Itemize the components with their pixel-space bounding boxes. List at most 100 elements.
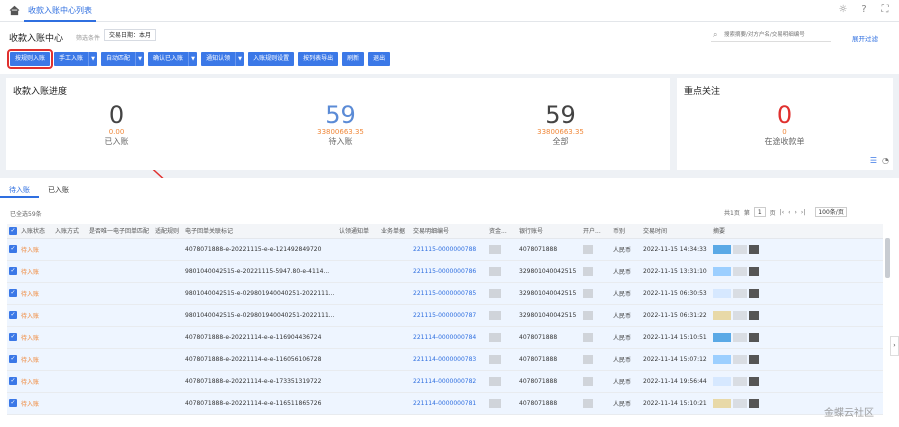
col-header[interactable]: 是否唯一电子回单匹配 — [87, 224, 153, 239]
row-account: 329801040042515 — [517, 282, 581, 305]
row-txn-number[interactable]: 221115-0000000788 — [411, 238, 487, 261]
row-txn-number[interactable]: 221114-0000000782 — [411, 370, 487, 393]
row-summary — [711, 370, 883, 393]
stat-in-transit[interactable]: 0 0 在途收款单 — [747, 102, 822, 147]
table-row[interactable]: ✓ 待入账 4078071888-e-20221114-e-e-1160561067… — [7, 348, 883, 371]
row-checkbox[interactable]: ✓ — [7, 326, 19, 349]
col-header[interactable]: 入账方式 — [53, 224, 87, 239]
page-size-select[interactable]: 100条/页 — [815, 207, 847, 217]
row-checkbox[interactable]: ✓ — [7, 348, 19, 371]
row-bank-cell — [581, 282, 611, 305]
col-header[interactable]: 交易时间 — [641, 224, 711, 239]
table-row[interactable]: ✓ 待入账 4078071888-e-20221114-e-e-1165118657… — [7, 392, 883, 415]
row-checkbox[interactable]: ✓ — [7, 370, 19, 393]
cell-empty — [337, 282, 379, 305]
row-summary — [711, 348, 883, 371]
chart-icon[interactable]: ◔ — [882, 156, 889, 165]
table-row[interactable]: ✓ 待入账 4078071888-e-20221114-e-e-1733513197… — [7, 370, 883, 393]
row-txn-number[interactable]: 221114-0000000784 — [411, 326, 487, 349]
cell-empty — [379, 348, 411, 371]
table-row[interactable]: ✓ 待入账 9801040042515-e-029801940040251-2022… — [7, 282, 883, 305]
row-time: 2022-11-15 06:31:22 — [641, 304, 711, 327]
row-txn-number[interactable]: 221114-0000000783 — [411, 348, 487, 371]
col-header[interactable]: 币别 — [611, 224, 641, 239]
stat-number: 59 — [325, 101, 356, 129]
table-header: ✓ 入账状态 入账方式 是否唯一电子回单匹配 适配规则 电子回单关联标记 认领通… — [7, 224, 883, 239]
page-input[interactable]: 1 — [753, 207, 766, 217]
table-row[interactable]: ✓ 待入账 4078071888-e-20221114-e-e-1169044367… — [7, 326, 883, 349]
row-account: 4078071888 — [517, 238, 581, 261]
tab-posted[interactable]: 已入账 — [39, 182, 78, 198]
cell-empty — [87, 326, 153, 349]
cell-empty — [53, 304, 87, 327]
row-fund-cell — [487, 260, 517, 283]
focus-title: 重点关注 — [684, 87, 721, 97]
row-txn-number[interactable]: 221115-0000000787 — [411, 304, 487, 327]
col-header[interactable]: 入账状态 — [19, 224, 53, 239]
table-row[interactable]: ✓ 待入账 9801040042515-e-20221115-5947.80-e-4… — [7, 260, 883, 283]
list-icon[interactable]: ☰ — [870, 156, 877, 165]
cell-empty — [379, 392, 411, 415]
row-fund-cell — [487, 238, 517, 261]
col-header[interactable]: 电子回单关联标记 — [183, 224, 337, 239]
row-checkbox[interactable]: ✓ — [7, 392, 19, 415]
table-row[interactable]: ✓ 待入账 9801040042515-e-029801940040251-2022… — [7, 304, 883, 327]
stat-amount: 33800663.35 — [317, 128, 364, 136]
table-row[interactable]: ✓ 待入账 4078071888-e-20221115-e-e-1214928497… — [7, 238, 883, 261]
row-time: 2022-11-14 19:56:44 — [641, 370, 711, 393]
side-collapse-tab[interactable]: › — [890, 336, 899, 356]
cell-empty — [379, 238, 411, 261]
cell-empty — [153, 392, 183, 415]
row-summary — [711, 282, 883, 305]
first-page-icon[interactable]: |‹ — [780, 209, 784, 216]
row-mark: 9801040042515-e-20221115-5947.80-e-4114.… — [183, 260, 337, 283]
scrollbar[interactable] — [885, 238, 890, 278]
cell-empty — [153, 238, 183, 261]
list-panel: 待入账 已入账 已全选59条 共1页 第 1 页 |‹ ‹ › ›| 100条/… — [0, 178, 899, 427]
prev-page-icon[interactable]: ‹ — [788, 209, 790, 216]
watermark-text: 金蝶云社区 — [824, 408, 874, 419]
stat-all[interactable]: 59 33800663.35 全部 — [518, 102, 603, 147]
row-mark: 4078071888-e-20221114-e-e-116056106728 — [183, 348, 337, 371]
col-header[interactable]: 认领通知单 — [337, 224, 379, 239]
row-account: 329801040042515 — [517, 260, 581, 283]
col-header[interactable]: 摘要 — [711, 224, 883, 239]
row-status: 待入账 — [19, 238, 53, 261]
cell-empty — [87, 238, 153, 261]
row-checkbox[interactable]: ✓ — [7, 304, 19, 327]
row-status: 待入账 — [19, 260, 53, 283]
cell-empty — [53, 348, 87, 371]
row-fund-cell — [487, 370, 517, 393]
row-checkbox[interactable]: ✓ — [7, 238, 19, 261]
stat-posted[interactable]: 0 0.00 已入账 — [84, 102, 149, 147]
col-header[interactable]: 业务单据 — [379, 224, 411, 239]
col-header[interactable]: 银行账号 — [517, 224, 581, 239]
row-account: 4078071888 — [517, 348, 581, 371]
col-header[interactable]: 交易明细编号 — [411, 224, 487, 239]
row-summary — [711, 260, 883, 283]
row-checkbox[interactable]: ✓ — [7, 282, 19, 305]
row-status: 待入账 — [19, 392, 53, 415]
row-txn-number[interactable]: 221114-0000000781 — [411, 392, 487, 415]
cell-empty — [87, 370, 153, 393]
select-all-checkbox[interactable]: ✓ — [7, 224, 19, 239]
cell-empty — [53, 282, 87, 305]
col-header[interactable]: 适配规则 — [153, 224, 183, 239]
row-txn-number[interactable]: 221115-0000000786 — [411, 260, 487, 283]
cell-empty — [337, 392, 379, 415]
next-page-icon[interactable]: › — [795, 209, 797, 216]
row-currency: 人民币 — [611, 238, 641, 261]
last-page-icon[interactable]: ›| — [801, 209, 805, 216]
row-account: 4078071888 — [517, 370, 581, 393]
stat-pending[interactable]: 59 33800663.35 待入账 — [298, 102, 383, 147]
row-status: 待入账 — [19, 304, 53, 327]
row-status: 待入账 — [19, 348, 53, 371]
row-txn-number[interactable]: 221115-0000000785 — [411, 282, 487, 305]
tab-pending[interactable]: 待入账 — [0, 182, 39, 198]
row-checkbox[interactable]: ✓ — [7, 260, 19, 283]
col-header[interactable]: 开户... — [581, 224, 611, 239]
stat-number: 59 — [545, 101, 576, 129]
row-bank-cell — [581, 326, 611, 349]
col-header[interactable]: 资金... — [487, 224, 517, 239]
cell-empty — [53, 370, 87, 393]
